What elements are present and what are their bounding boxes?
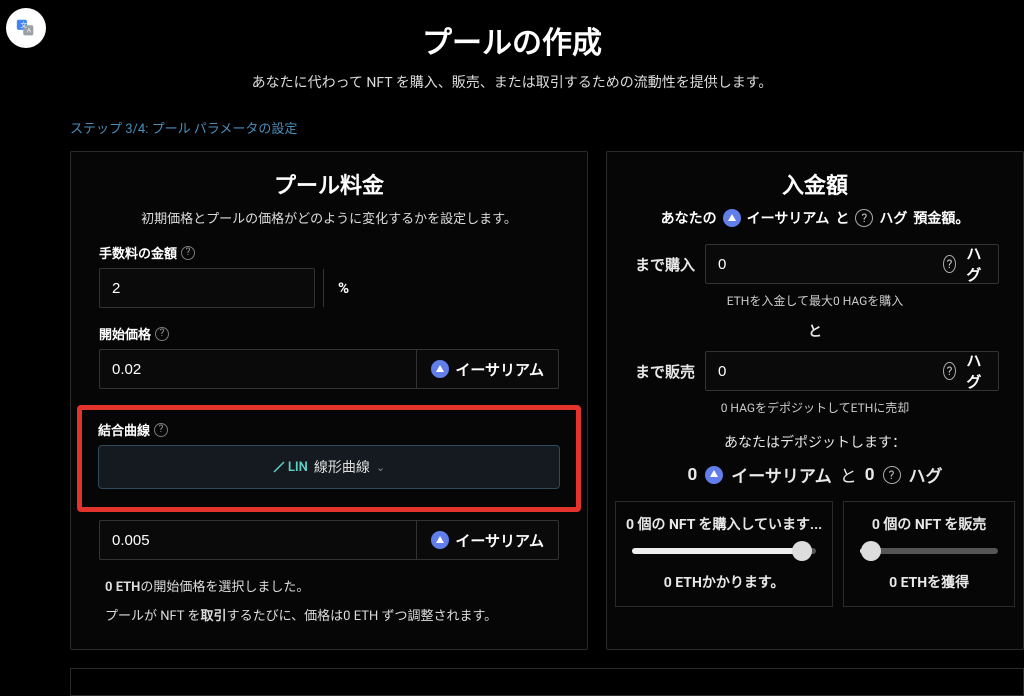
ethereum-icon bbox=[431, 531, 449, 549]
pool-fee-title: プール料金 bbox=[99, 168, 559, 200]
ethereum-icon bbox=[723, 209, 741, 227]
pool-fee-subtitle: 初期価格とプールの価格がどのように変化するかを設定します。 bbox=[99, 208, 559, 227]
linear-curve-icon: LIN bbox=[273, 460, 308, 475]
will-deposit-label: あなたはデポジットします： bbox=[635, 432, 995, 452]
svg-text:A: A bbox=[27, 28, 32, 35]
sell-summary-panel: 0 個の NFT を販売 0 ETHを獲得 bbox=[843, 501, 1015, 607]
sell-slider[interactable] bbox=[860, 548, 998, 554]
fee-input-group: % bbox=[99, 268, 315, 308]
buy-input[interactable] bbox=[706, 245, 929, 283]
bonding-curve-highlight: 結合曲線 ? LIN 線形曲線 ⌄ bbox=[77, 405, 581, 512]
buy-row: まで購入 ? ハグ bbox=[635, 244, 995, 284]
deposit-subtitle: あなたの イーサリアム と ? ハグ 預金額。 bbox=[635, 208, 995, 228]
start-price-input-group: イーサリアム bbox=[99, 349, 559, 389]
help-icon[interactable]: ? bbox=[181, 246, 195, 260]
chevron-down-icon: ⌄ bbox=[376, 461, 385, 474]
delta-input-group: イーサリアム bbox=[99, 520, 559, 560]
start-price-label: 開始価格 ? bbox=[99, 324, 559, 343]
separator-and: と bbox=[635, 321, 995, 341]
help-icon[interactable]: ? bbox=[155, 327, 169, 341]
sell-label: まで販売 bbox=[635, 361, 695, 382]
deposit-title: 入金額 bbox=[635, 168, 995, 200]
start-price-currency: イーサリアム bbox=[416, 350, 558, 388]
buy-hint: ETHを入金して最大0 HAGを購入 bbox=[635, 292, 995, 309]
page-title: プールの作成 bbox=[0, 18, 1024, 62]
note-adjustment: プールが NFT を取引するたびに、価格は0 ETH ずつ調整されます。 bbox=[105, 605, 559, 630]
sell-hint: 0 HAGをデポジットしてETHに売却 bbox=[635, 399, 995, 416]
sell-summary-title: 0 個の NFT を販売 bbox=[854, 514, 1004, 534]
buy-summary-title: 0 個の NFT を購入しています... bbox=[626, 514, 822, 534]
sell-row: まで販売 ? ハグ bbox=[635, 351, 995, 391]
pool-fee-panel: プール料金 初期価格とプールの価格がどのように変化するかを設定します。 手数料の… bbox=[70, 151, 588, 650]
note-start-price: 0 ETHの開始価格を選択しました。 bbox=[105, 576, 559, 601]
buy-summary-result: 0 ETHかかります。 bbox=[626, 572, 822, 592]
delta-input[interactable] bbox=[100, 521, 416, 559]
step-indicator: ステップ 3/4: プール パラメータの設定 bbox=[70, 118, 1024, 137]
lower-panel bbox=[70, 668, 1024, 696]
fee-unit: % bbox=[323, 269, 363, 307]
bonding-curve-dropdown[interactable]: LIN 線形曲線 ⌄ bbox=[98, 445, 560, 489]
help-icon[interactable]: ? bbox=[883, 466, 901, 484]
start-price-input[interactable] bbox=[100, 350, 416, 388]
help-icon[interactable]: ? bbox=[943, 255, 956, 273]
buy-label: まで購入 bbox=[635, 254, 695, 275]
help-icon[interactable]: ? bbox=[154, 423, 168, 437]
sell-input[interactable] bbox=[706, 352, 929, 390]
ethereum-icon bbox=[705, 466, 723, 484]
ethereum-icon bbox=[431, 360, 449, 378]
help-icon[interactable]: ? bbox=[943, 362, 956, 380]
translate-badge-icon: 文A bbox=[6, 8, 46, 48]
bonding-curve-label: 結合曲線 ? bbox=[98, 420, 560, 439]
sell-summary-result: 0 ETHを獲得 bbox=[854, 572, 1004, 592]
deposit-panel: 入金額 あなたの イーサリアム と ? ハグ 預金額。 まで購入 ? ハグ bbox=[606, 151, 1024, 650]
fee-label: 手数料の金額 ? bbox=[99, 243, 559, 262]
delta-currency: イーサリアム bbox=[416, 521, 558, 559]
page-subtitle: あなたに代わって NFT を購入、販売、または取引するための流動性を提供します。 bbox=[0, 72, 1024, 92]
help-icon[interactable]: ? bbox=[855, 209, 873, 227]
buy-slider[interactable] bbox=[632, 548, 816, 554]
buy-summary-panel: 0 個の NFT を購入しています... 0 ETHかかります。 bbox=[615, 501, 833, 607]
fee-input[interactable] bbox=[100, 269, 323, 307]
deposit-amounts: 0 イーサリアム と 0 ? ハグ bbox=[635, 462, 995, 487]
